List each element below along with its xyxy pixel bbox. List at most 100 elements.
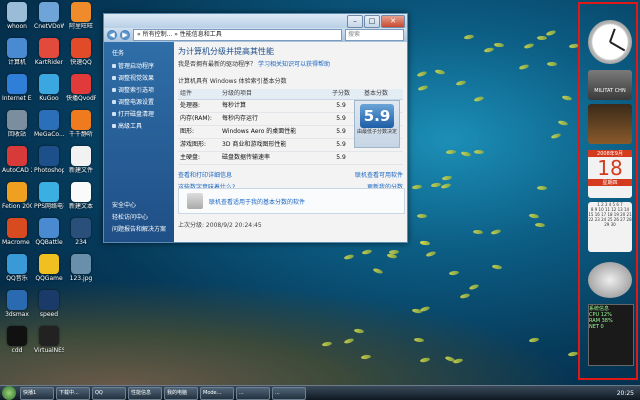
table-cell: 主硬盘: — [178, 152, 222, 164]
desktop-icon-label: 千千静听 — [66, 131, 96, 138]
desktop-icon[interactable]: cdd — [2, 326, 32, 354]
task-bullet-icon — [112, 64, 116, 68]
taskbar-button[interactable]: 我的电脑 — [164, 387, 198, 400]
desktop-icon[interactable]: whoon — [2, 2, 32, 30]
view-details-link[interactable]: 查看和打印详细信息 — [178, 170, 232, 179]
maximize-button[interactable]: □ — [364, 15, 380, 28]
fish-decoration — [562, 95, 573, 101]
app-icon — [71, 218, 91, 238]
performance-window[interactable]: – □ ✕ ◀ ▶ « 所有控制... » 性能信息和工具 搜索 任务 管理启动… — [103, 13, 408, 243]
desktop-icon[interactable]: 快播QvodPlayer — [66, 74, 96, 102]
taskbar-button[interactable]: ... — [236, 387, 270, 400]
breadcrumb[interactable]: « 所有控制... » 性能信息和工具 — [133, 29, 342, 41]
table-cell: 游戏图形: — [178, 139, 222, 151]
related-link[interactable]: 轻松访问中心 — [112, 212, 166, 221]
learn-more-link[interactable]: 联机查看可用软件 — [355, 170, 403, 179]
app-icon — [7, 74, 27, 94]
weather-label: MILITAT CHN — [588, 70, 632, 94]
desktop-icon[interactable]: Internet Explorer — [2, 74, 32, 102]
desktop-icon[interactable]: 123.jpg — [66, 254, 96, 282]
desktop-icon[interactable]: PPS网络电视 — [34, 182, 64, 210]
task-link[interactable]: 调整索引选项 — [112, 85, 174, 94]
desktop-icon[interactable]: speed — [34, 290, 64, 318]
subtitle-text: 我是否拥有最新的驱动程序？ — [178, 61, 256, 68]
taskbar-button[interactable]: ... — [272, 387, 306, 400]
window-titlebar[interactable]: – □ ✕ — [104, 14, 407, 28]
table-cell: 5.9 — [326, 113, 356, 125]
taskbar-button[interactable]: 快播1 — [20, 387, 54, 400]
desktop-icon[interactable]: KartRider — [34, 38, 64, 66]
desktop-icon-label: VirtualNES — [34, 347, 64, 354]
table-cell: Windows Aero 的桌面性能 — [222, 126, 326, 138]
desktop-icon[interactable]: 234 — [66, 218, 96, 246]
task-bullet-icon — [112, 124, 116, 128]
related-link[interactable]: 问题报告和解决方案 — [112, 224, 166, 233]
desktop-icon[interactable]: QQ音乐 — [2, 254, 32, 282]
fish-decoration — [491, 229, 502, 236]
app-icon — [39, 74, 59, 94]
forward-button[interactable]: ▶ — [120, 30, 130, 40]
task-link[interactable]: 高级工具 — [112, 121, 174, 130]
desktop-icon[interactable]: 千千静听 — [66, 110, 96, 138]
fish-decoration — [551, 132, 562, 139]
windows-sidebar: MILITAT CHN 2008年9月 18 星期四 1 2 3 4 5 6 7… — [578, 2, 638, 380]
desktop-icon[interactable]: 回收站 — [2, 110, 32, 138]
desktop-icon-label: Fetion 2008 — [2, 203, 32, 210]
app-icon — [39, 146, 59, 166]
task-link[interactable]: 调整电源设置 — [112, 97, 174, 106]
column-header: 基本分数 — [356, 89, 396, 99]
desktop-icon-label: 阿里旺旺 — [66, 23, 96, 30]
desktop-icon[interactable]: 阿里旺旺 — [66, 2, 96, 30]
page-title: 为计算机分级并提高其性能 — [178, 46, 403, 57]
desktop-icon-label: KartRider — [34, 59, 64, 66]
table-cell — [356, 152, 396, 164]
desktop-icon[interactable]: KuGoo — [34, 74, 64, 102]
desktop-icon[interactable]: Photoshop — [34, 146, 64, 174]
desktop-icon[interactable]: VirtualNES — [34, 326, 64, 354]
software-link[interactable]: 联机查看适用于我的基本分数的软件 — [209, 197, 305, 206]
monitor-row: NET 0 — [589, 324, 633, 330]
start-button[interactable] — [2, 386, 16, 400]
desktop-icon[interactable]: 3dsmax — [2, 290, 32, 318]
desktop-icon[interactable]: Macrome Flash 8 — [2, 218, 32, 246]
clock-gadget[interactable] — [588, 20, 632, 64]
calendar-gadget[interactable]: 2008年9月 18 星期四 — [588, 150, 632, 198]
monitor-gadget[interactable]: 系统信息 CPU 12% RAM 38% NET 0 — [588, 304, 634, 366]
subtitle-link[interactable]: 学习相关知识可以获得帮助 — [258, 61, 330, 68]
meter-gadget[interactable] — [588, 262, 632, 298]
table-cell: 磁盘数据传输速率 — [222, 152, 326, 164]
desktop-icon[interactable]: QQGame — [34, 254, 64, 282]
desktop-icon[interactable]: MeGaCo... — [34, 110, 64, 138]
taskbar-button[interactable]: 下载中... — [56, 387, 90, 400]
desktop-icon[interactable]: 新建文本 — [66, 182, 96, 210]
taskbar-button[interactable]: 性能信息 — [128, 387, 162, 400]
taskbar-button[interactable]: QQ — [92, 387, 126, 400]
desktop-icon[interactable]: Fetion 2008 — [2, 182, 32, 210]
desktop-icon-label: 3dsmax — [2, 311, 32, 318]
month-calendar-gadget[interactable]: 1 2 3 4 5 6 78 9 10 11 12 13 14 15 16 17 … — [588, 202, 632, 252]
fish-decoration — [484, 47, 495, 53]
close-button[interactable]: ✕ — [381, 15, 405, 28]
fish-decoration — [473, 229, 483, 234]
task-link[interactable]: 打开磁盘清理 — [112, 109, 174, 118]
desktop-icon[interactable]: 计算机 — [2, 38, 32, 66]
weather-gadget[interactable]: MILITAT CHN — [588, 70, 632, 100]
related-link[interactable]: 安全中心 — [112, 200, 166, 209]
fish-decoration — [411, 184, 421, 189]
app-icon — [7, 218, 27, 238]
desktop-icon[interactable]: CnetVDoW — [34, 2, 64, 30]
task-link[interactable]: 调整视觉效果 — [112, 73, 174, 82]
back-button[interactable]: ◀ — [107, 30, 117, 40]
tray-clock[interactable]: 20:25 — [617, 390, 640, 397]
desktop-icon[interactable]: 快速QQ — [66, 38, 96, 66]
minimize-button[interactable]: – — [347, 15, 363, 28]
taskbar-button[interactable]: Mode... — [200, 387, 234, 400]
app-icon — [39, 182, 59, 202]
column-header: 分级的项目 — [222, 89, 326, 99]
desktop-icon[interactable]: QQBattle — [34, 218, 64, 246]
search-input[interactable]: 搜索 — [345, 29, 404, 41]
slideshow-gadget[interactable] — [588, 104, 632, 144]
task-link[interactable]: 管理启动程序 — [112, 61, 174, 70]
desktop-icon[interactable]: AutoCAD 2004 Chs — [2, 146, 32, 174]
desktop-icon[interactable]: 新建文件 — [66, 146, 96, 174]
